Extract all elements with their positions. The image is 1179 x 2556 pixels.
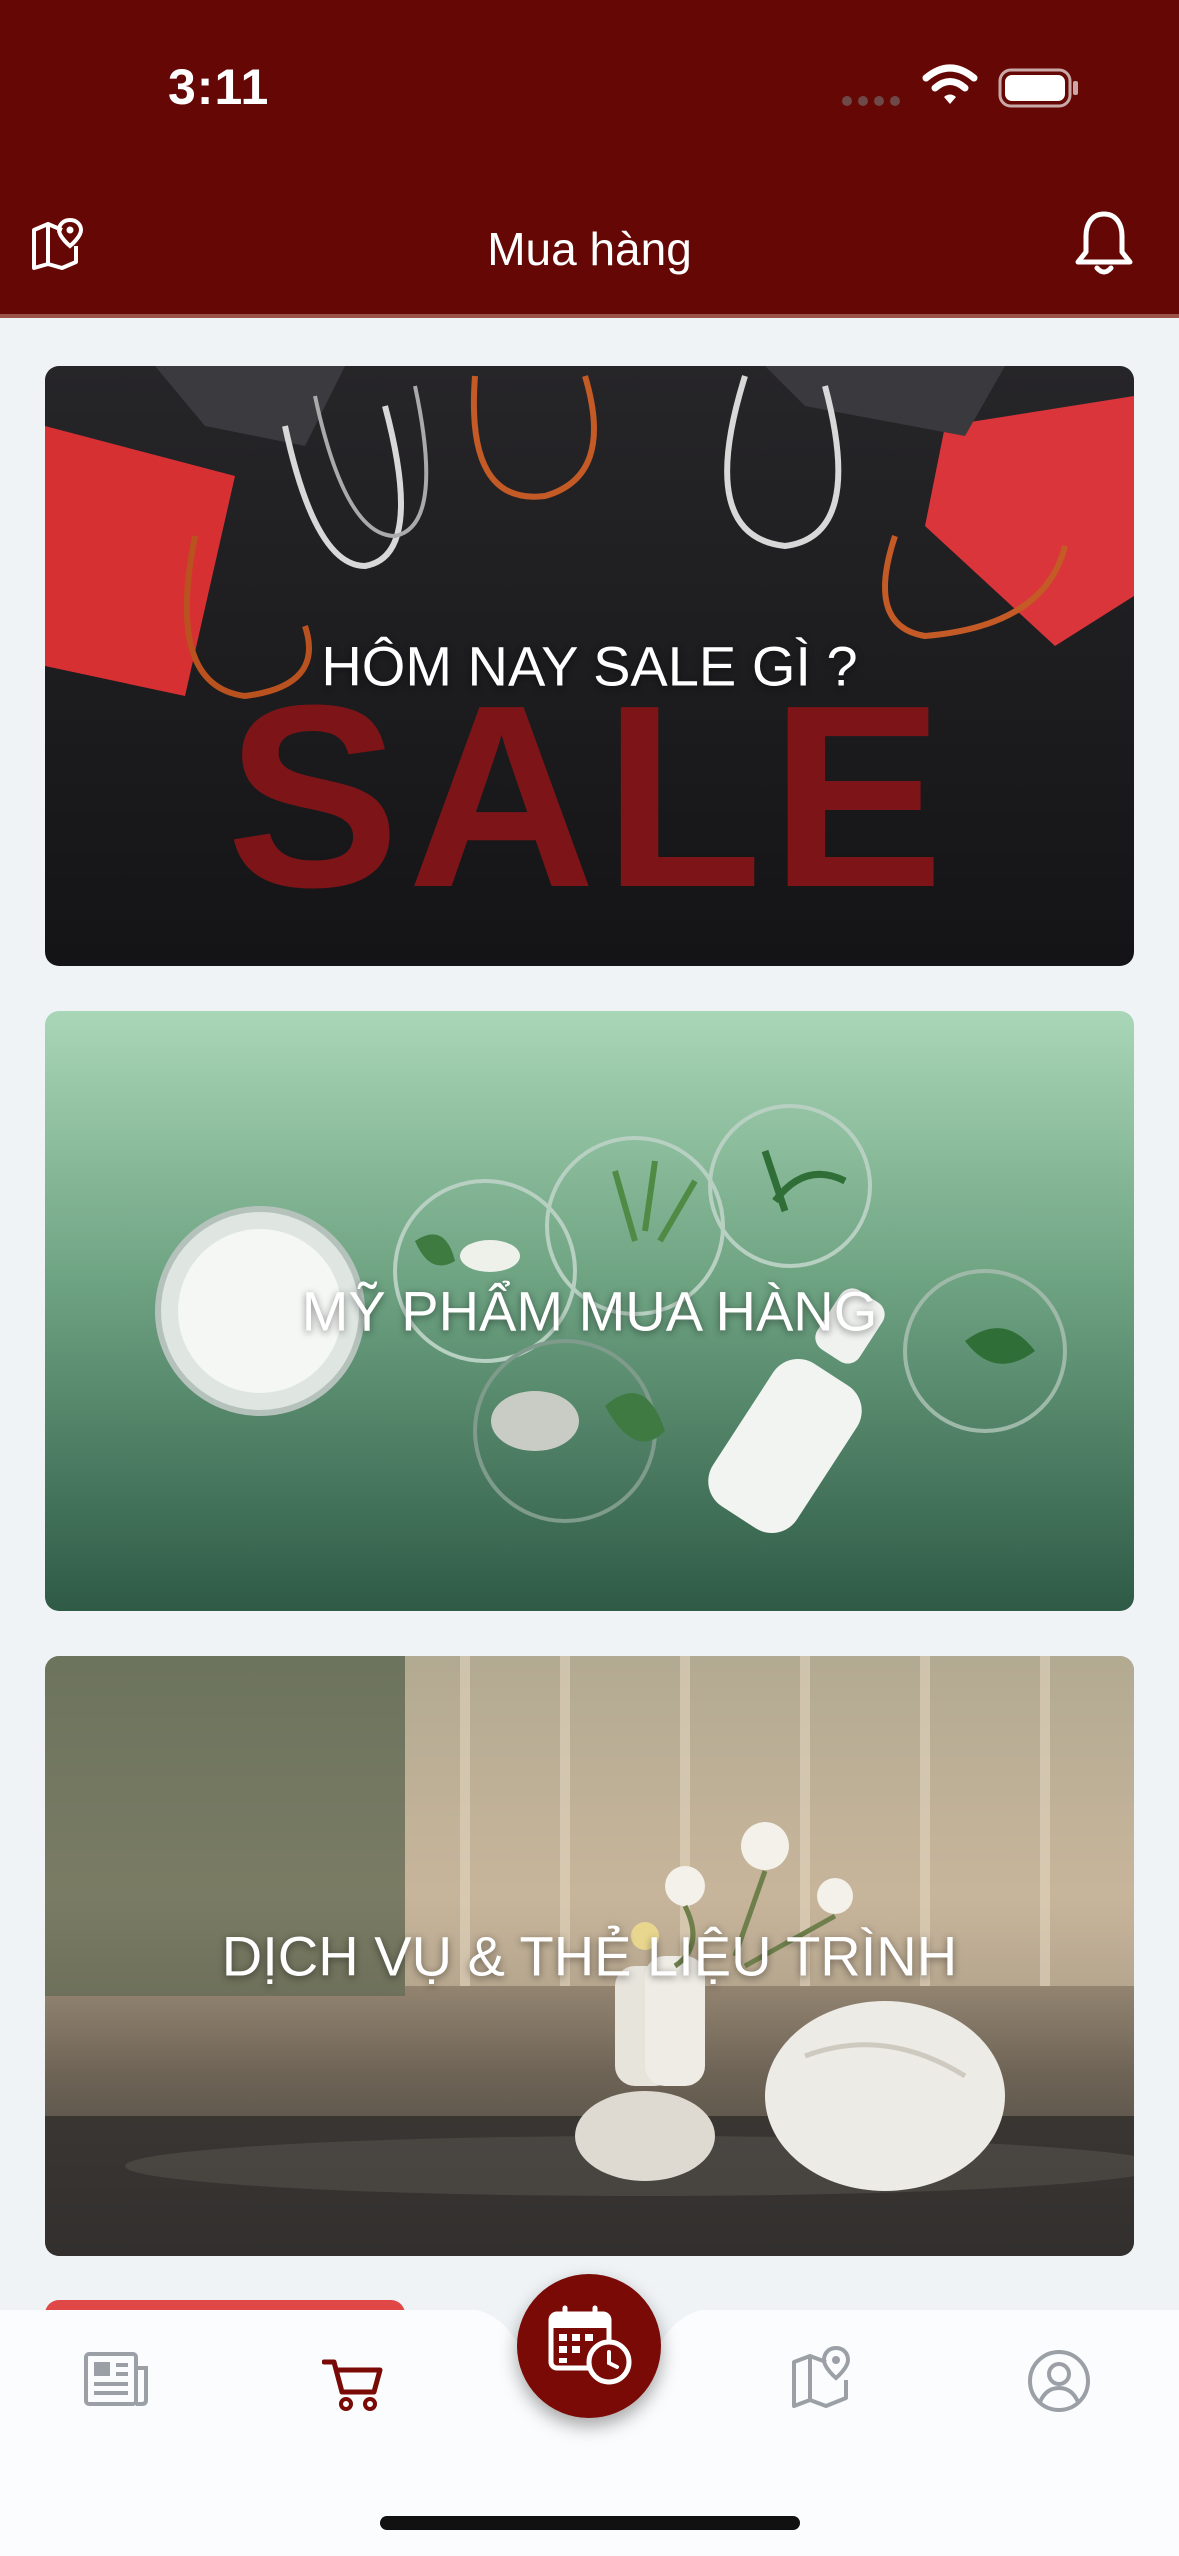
sale-card[interactable]: SALE HÔM NAY SALE GÌ ? — [45, 366, 1134, 966]
tab-profile[interactable] — [1026, 2348, 1092, 2419]
newspaper-icon — [84, 2352, 148, 2406]
tab-map[interactable] — [790, 2344, 852, 2413]
notifications-button[interactable] — [1072, 208, 1136, 283]
tab-news[interactable] — [82, 2350, 150, 2413]
cart-icon — [321, 2359, 383, 2411]
cosmetics-card[interactable]: MỸ PHẨM MUA HÀNG — [45, 1011, 1134, 1611]
tab-cart[interactable] — [321, 2356, 384, 2417]
booking-button[interactable] — [517, 2274, 661, 2418]
page-title: Mua hàng — [487, 223, 692, 275]
user-icon — [1028, 2350, 1090, 2412]
calendar-clock-icon — [548, 2305, 632, 2385]
card-title: HÔM NAY SALE GÌ ? — [321, 634, 858, 698]
services-card[interactable]: DỊCH VỤ & THẺ LIỆU TRÌNH — [45, 1656, 1134, 2256]
card-title: MỸ PHẨM MUA HÀNG — [301, 1279, 878, 1343]
app-header: 3:11 Mua hàng — [0, 0, 1179, 318]
home-indicator — [380, 2516, 800, 2530]
wifi-icon — [922, 64, 978, 104]
bell-icon — [1075, 211, 1133, 275]
status-time: 3:11 — [168, 59, 270, 115]
map-pin-icon — [792, 2345, 851, 2408]
cellular-signal-icon — [842, 96, 900, 106]
card-title: DỊCH VỤ & THẺ LIỆU TRÌNH — [221, 1924, 958, 1988]
battery-icon — [998, 68, 1078, 108]
